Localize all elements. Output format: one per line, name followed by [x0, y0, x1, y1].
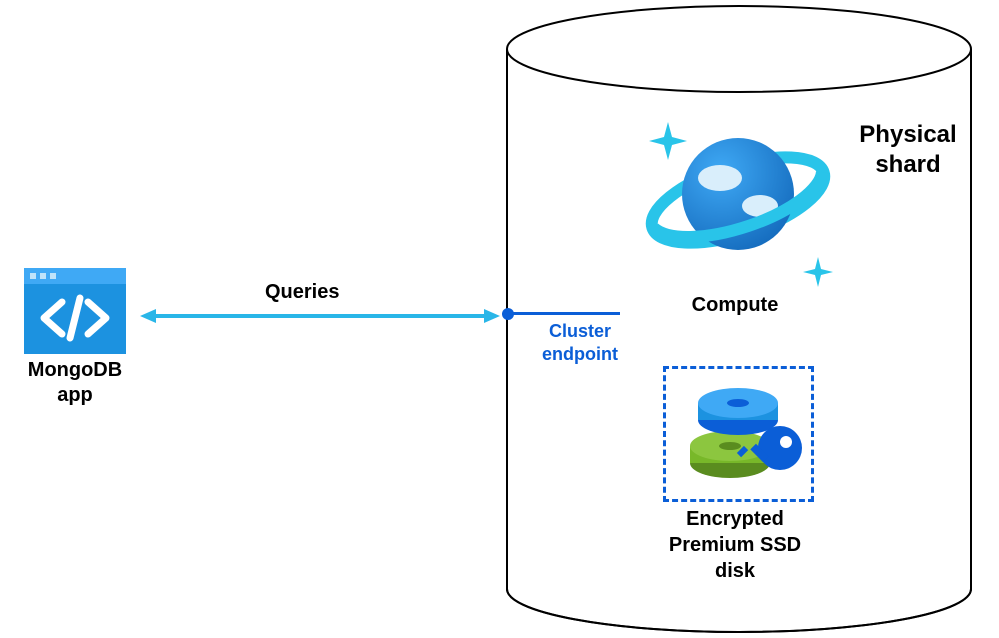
mongodb-app-label: MongoDB app	[20, 358, 130, 408]
physical-shard-label: Physical shard	[838, 120, 978, 180]
mongodb-app-icon	[24, 268, 126, 354]
endpoint-dot-icon	[502, 308, 514, 320]
compute-label: Compute	[660, 294, 810, 317]
cluster-endpoint-label: Cluster endpoint	[530, 320, 630, 365]
encrypted-disk-label: Encrypted Premium SSD disk	[660, 506, 810, 584]
compute-icon	[638, 112, 838, 287]
queries-arrow	[140, 309, 500, 323]
queries-label: Queries	[265, 281, 339, 304]
encrypted-disk-icon	[680, 378, 810, 488]
endpoint-line	[508, 312, 620, 315]
